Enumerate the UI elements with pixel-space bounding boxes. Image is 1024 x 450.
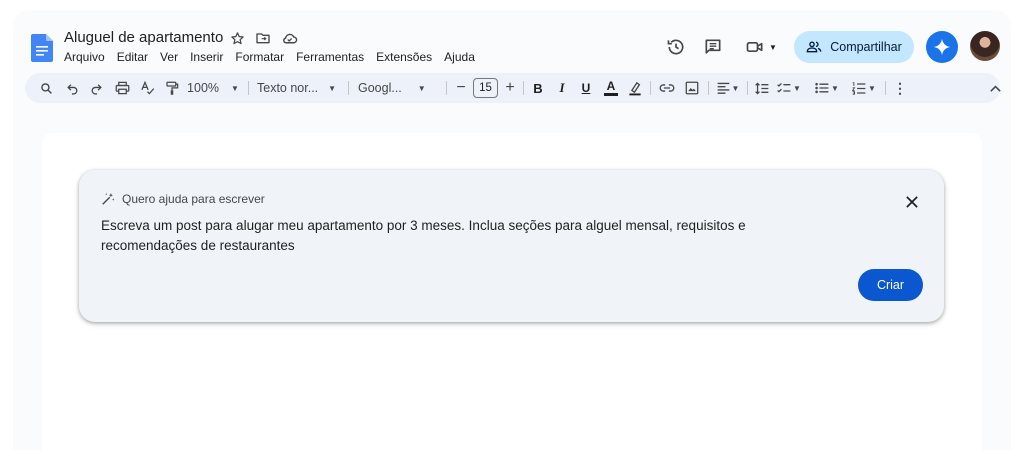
text-color-button[interactable]: A xyxy=(602,73,620,103)
numbered-list-select[interactable]: ▼ xyxy=(850,73,878,103)
help-me-write-title: Quero ajuda para escrever xyxy=(122,192,265,206)
magic-wand-icon xyxy=(102,193,115,205)
zoom-select[interactable]: 100% ▼ xyxy=(187,73,239,103)
collapse-chevron-up-icon[interactable] xyxy=(987,73,1003,103)
font-family-select[interactable]: Googl... ▼ xyxy=(358,73,438,103)
divider xyxy=(650,81,651,95)
chevron-down-icon: ▼ xyxy=(731,83,740,93)
cloud-saved-icon[interactable] xyxy=(280,29,298,47)
document-title[interactable]: Aluguel de apartamento xyxy=(64,29,223,46)
divider xyxy=(708,81,709,95)
comments-icon[interactable] xyxy=(700,34,726,60)
formatting-toolbar: 100% ▼ Texto nor... ▼ Googl... ▼ − 15 + … xyxy=(25,73,1003,103)
chevron-down-icon: ▼ xyxy=(769,42,777,52)
avatar[interactable] xyxy=(970,31,1000,61)
insert-image-icon[interactable] xyxy=(682,73,702,103)
people-icon xyxy=(806,41,822,53)
align-select[interactable]: ▼ xyxy=(714,73,742,103)
bulleted-list-icon xyxy=(815,82,829,94)
prompt-input[interactable]: Escreva um post para alugar meu apartame… xyxy=(101,216,761,256)
align-left-icon xyxy=(717,82,729,94)
menu-extensoes[interactable]: Extensões xyxy=(376,50,432,64)
move-folder-icon[interactable] xyxy=(254,29,272,47)
checklist-icon xyxy=(777,82,791,93)
zoom-value: 100% xyxy=(187,81,220,95)
more-options-icon[interactable]: ⋮ xyxy=(893,73,907,103)
chevron-down-icon: ▼ xyxy=(417,83,426,93)
gemini-spark-icon xyxy=(933,38,951,56)
checklist-select[interactable]: ▼ xyxy=(775,73,803,103)
menu-formatar[interactable]: Formatar xyxy=(235,50,284,64)
chevron-down-icon: ▼ xyxy=(328,83,337,93)
share-label: Compartilhar xyxy=(830,40,902,54)
menu-inserir[interactable]: Inserir xyxy=(190,50,223,64)
font-family-value: Googl... xyxy=(358,81,402,95)
divider xyxy=(523,81,524,95)
gemini-button[interactable] xyxy=(926,31,958,63)
bulleted-list-select[interactable]: ▼ xyxy=(813,73,841,103)
chevron-down-icon: ▼ xyxy=(831,83,839,93)
bold-button[interactable]: B xyxy=(530,73,546,103)
paint-format-icon[interactable] xyxy=(162,73,182,103)
divider xyxy=(248,81,249,95)
chevron-down-icon: ▼ xyxy=(868,83,876,93)
line-spacing-icon[interactable] xyxy=(753,73,771,103)
help-me-write-header: Quero ajuda para escrever xyxy=(101,192,265,206)
paragraph-style-select[interactable]: Texto nor... ▼ xyxy=(257,73,339,103)
menu-ferramentas[interactable]: Ferramentas xyxy=(296,50,364,64)
version-history-icon[interactable] xyxy=(663,34,689,60)
increase-font-size-icon[interactable]: + xyxy=(502,73,518,103)
menu-arquivo[interactable]: Arquivo xyxy=(64,50,105,64)
divider xyxy=(446,81,447,95)
menu-ver[interactable]: Ver xyxy=(160,50,178,64)
text-color-label: A xyxy=(606,79,616,93)
redo-icon[interactable] xyxy=(87,73,105,103)
decrease-font-size-icon[interactable]: − xyxy=(453,73,469,103)
help-me-write-panel: Quero ajuda para escrever Escreva um pos… xyxy=(79,170,944,322)
divider xyxy=(348,81,349,95)
paragraph-style-value: Texto nor... xyxy=(257,81,319,95)
divider xyxy=(885,81,886,95)
numbered-list-icon xyxy=(852,81,866,95)
docs-logo-icon[interactable] xyxy=(31,34,53,62)
undo-icon[interactable] xyxy=(63,73,81,103)
font-size-input[interactable]: 15 xyxy=(473,78,498,98)
menu-editar[interactable]: Editar xyxy=(117,50,148,64)
print-icon[interactable] xyxy=(112,73,132,103)
meet-button[interactable]: ▼ xyxy=(741,34,781,60)
underline-button[interactable]: U xyxy=(578,73,594,103)
spellcheck-icon[interactable] xyxy=(137,73,157,103)
text-color-swatch xyxy=(604,93,618,96)
insert-link-icon[interactable] xyxy=(657,73,677,103)
close-icon[interactable] xyxy=(902,192,922,212)
docs-app: Aluguel de apartamento Arquivo Editar Ve… xyxy=(13,10,1011,450)
divider xyxy=(747,81,748,95)
italic-button[interactable]: I xyxy=(554,73,570,103)
search-icon[interactable] xyxy=(37,73,55,103)
create-button[interactable]: Criar xyxy=(858,269,923,301)
share-button[interactable]: Compartilhar xyxy=(794,31,914,63)
highlight-color-icon[interactable] xyxy=(626,73,644,103)
menu-bar: Arquivo Editar Ver Inserir Formatar Ferr… xyxy=(64,50,475,64)
star-icon[interactable] xyxy=(228,29,246,47)
chevron-down-icon: ▼ xyxy=(231,83,239,93)
menu-ajuda[interactable]: Ajuda xyxy=(444,50,475,64)
chevron-down-icon: ▼ xyxy=(793,83,801,93)
